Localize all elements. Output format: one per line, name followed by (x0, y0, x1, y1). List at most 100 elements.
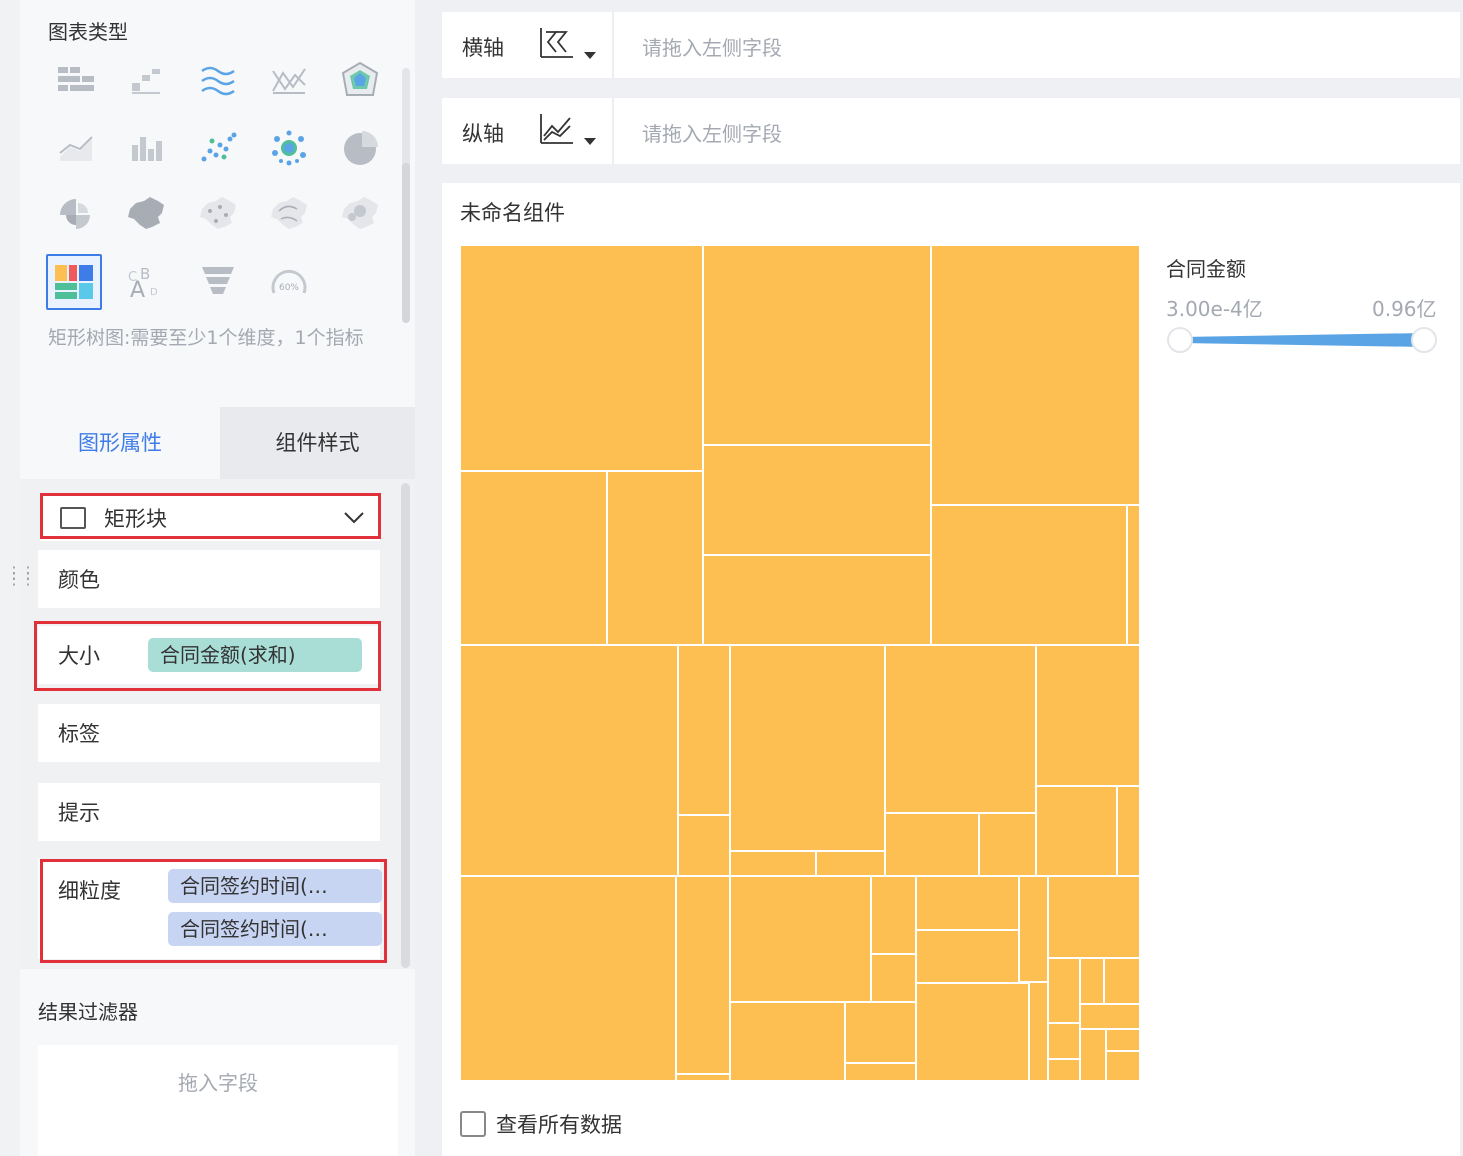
legend-range-slider[interactable] (1166, 325, 1440, 355)
treemap-tile[interactable] (460, 875, 677, 1081)
flow-map-icon[interactable] (261, 186, 317, 242)
treemap-tile[interactable] (1079, 1003, 1140, 1030)
treemap-tile[interactable] (675, 1073, 731, 1081)
y-axis-type-icon[interactable] (538, 112, 576, 146)
treemap-tile[interactable] (729, 644, 886, 852)
color-label: 颜色 (58, 568, 100, 592)
treemap-tile[interactable] (1047, 1058, 1081, 1081)
funnel-icon[interactable] (190, 254, 246, 310)
tab-component-style[interactable]: 组件样式 (220, 407, 415, 479)
multi-line-icon[interactable] (190, 52, 246, 108)
treemap-tile[interactable] (815, 850, 886, 877)
treemap-icon[interactable] (46, 254, 102, 310)
radar-icon[interactable] (332, 52, 388, 108)
color-row[interactable]: 颜色 (38, 550, 380, 608)
x-axis-label: 横轴 (462, 36, 504, 60)
treemap-tile[interactable] (978, 812, 1037, 877)
tab-graphic-properties[interactable]: 图形属性 (20, 407, 220, 479)
x-axis-row: 横轴 请拖入左侧字段 (442, 12, 1460, 78)
gauge-icon[interactable]: 60% (261, 254, 317, 310)
treemap-tile[interactable] (460, 245, 704, 472)
treemap-tile[interactable] (729, 850, 817, 877)
x-axis-dropdown-caret-icon[interactable] (584, 52, 596, 59)
legend-gradient-bar (1180, 333, 1424, 347)
treemap-tile[interactable] (1116, 785, 1140, 877)
treemap-tile[interactable] (1079, 957, 1105, 1005)
treemap-tile[interactable] (460, 470, 608, 646)
result-filter-section: 结果过滤器 拖入字段 (20, 970, 415, 1156)
result-filter-dropzone[interactable]: 拖入字段 (38, 1045, 398, 1156)
label-row[interactable]: 标签 (38, 704, 380, 762)
component-canvas: 未命名组件 合同金额 3.00e-4亿 0.96亿 查看所有数据 (442, 183, 1460, 1156)
treemap-tile[interactable] (915, 982, 1030, 1081)
treemap-tile[interactable] (1103, 957, 1140, 1005)
treemap-tile[interactable] (1028, 981, 1049, 1081)
treemap-tile[interactable] (1035, 785, 1118, 877)
treemap-tile[interactable] (870, 875, 917, 955)
treemap-tile[interactable] (1047, 1022, 1081, 1060)
treemap-tile[interactable] (915, 875, 1020, 931)
treemap-tile[interactable] (675, 875, 731, 1075)
legend-max-handle[interactable] (1411, 327, 1437, 353)
component-title[interactable]: 未命名组件 (460, 197, 565, 227)
bar-chart-icon[interactable] (118, 120, 174, 176)
area-line-icon[interactable] (48, 120, 104, 176)
chart-type-scrollbar[interactable] (402, 68, 410, 323)
bubble-icon[interactable] (261, 120, 317, 176)
word-cloud-icon[interactable]: CBAD (118, 254, 174, 310)
treemap-tile[interactable] (844, 1001, 917, 1064)
treemap-tile[interactable] (677, 814, 731, 877)
y-axis-dropzone[interactable]: 请拖入左侧字段 (642, 118, 782, 147)
treemap-tile[interactable] (1126, 504, 1140, 646)
crossing-line-icon[interactable] (261, 52, 317, 108)
drag-handle-icon[interactable]: ⋮⋮ ⋮⋮ (6, 565, 36, 587)
treemap-tile[interactable] (729, 1001, 846, 1081)
x-axis-dropzone[interactable]: 请拖入左侧字段 (642, 32, 782, 61)
heat-map-icon[interactable] (332, 186, 388, 242)
svg-text:D: D (150, 287, 158, 298)
treemap-tile[interactable] (844, 1062, 917, 1081)
treemap-tile[interactable] (606, 470, 704, 646)
treemap-tile[interactable] (729, 875, 872, 1003)
tooltip-row[interactable]: 提示 (38, 783, 380, 841)
rose-pie-icon[interactable] (48, 186, 104, 242)
tooltip-label: 提示 (58, 801, 100, 825)
highlight-size (34, 621, 381, 691)
point-map-icon[interactable] (190, 186, 246, 242)
highlight-granularity (40, 859, 387, 963)
treemap-tile[interactable] (1079, 1028, 1107, 1081)
y-axis-label: 纵轴 (462, 122, 504, 146)
treemap-tile[interactable] (702, 245, 932, 446)
treemap-tile[interactable] (677, 644, 731, 816)
treemap-tile[interactable] (915, 929, 1020, 984)
graphic-properties-panel: 矩形块 颜色 大小 合同金额(求和) 标签 提示 细粒度 合同签约时间(… 合同… (20, 479, 415, 969)
grouped-table-icon[interactable] (48, 52, 104, 108)
scatter-icon[interactable] (190, 120, 246, 176)
treemap-tile[interactable] (1105, 1050, 1140, 1081)
treemap-tile[interactable] (930, 504, 1128, 646)
treemap-tile[interactable] (702, 444, 932, 556)
result-filter-title: 结果过滤器 (38, 1000, 138, 1024)
treemap-tile[interactable] (460, 644, 679, 877)
view-all-data[interactable]: 查看所有数据 (460, 1109, 622, 1139)
treemap-tile[interactable] (1047, 875, 1140, 959)
y-axis-dropdown-caret-icon[interactable] (584, 138, 596, 145)
treemap-tile[interactable] (1047, 957, 1081, 1024)
treemap-tile[interactable] (930, 245, 1140, 506)
properties-scrollbar[interactable] (401, 483, 410, 968)
view-all-checkbox[interactable] (460, 1111, 486, 1137)
treemap-tile[interactable] (870, 953, 917, 1003)
legend-min-handle[interactable] (1167, 327, 1193, 353)
china-map-icon[interactable] (118, 186, 174, 242)
x-axis-type-icon[interactable] (538, 26, 576, 60)
svg-text:A: A (130, 278, 145, 301)
pie-icon[interactable] (332, 120, 388, 176)
treemap-tile[interactable] (702, 554, 932, 646)
treemap-tile[interactable] (1105, 1028, 1140, 1052)
treemap-chart[interactable] (460, 245, 1140, 1081)
treemap-tile[interactable] (1018, 875, 1049, 983)
treemap-tile[interactable] (1035, 644, 1140, 787)
treemap-tile[interactable] (884, 812, 980, 877)
cross-table-icon[interactable] (118, 52, 174, 108)
treemap-tile[interactable] (884, 644, 1037, 814)
